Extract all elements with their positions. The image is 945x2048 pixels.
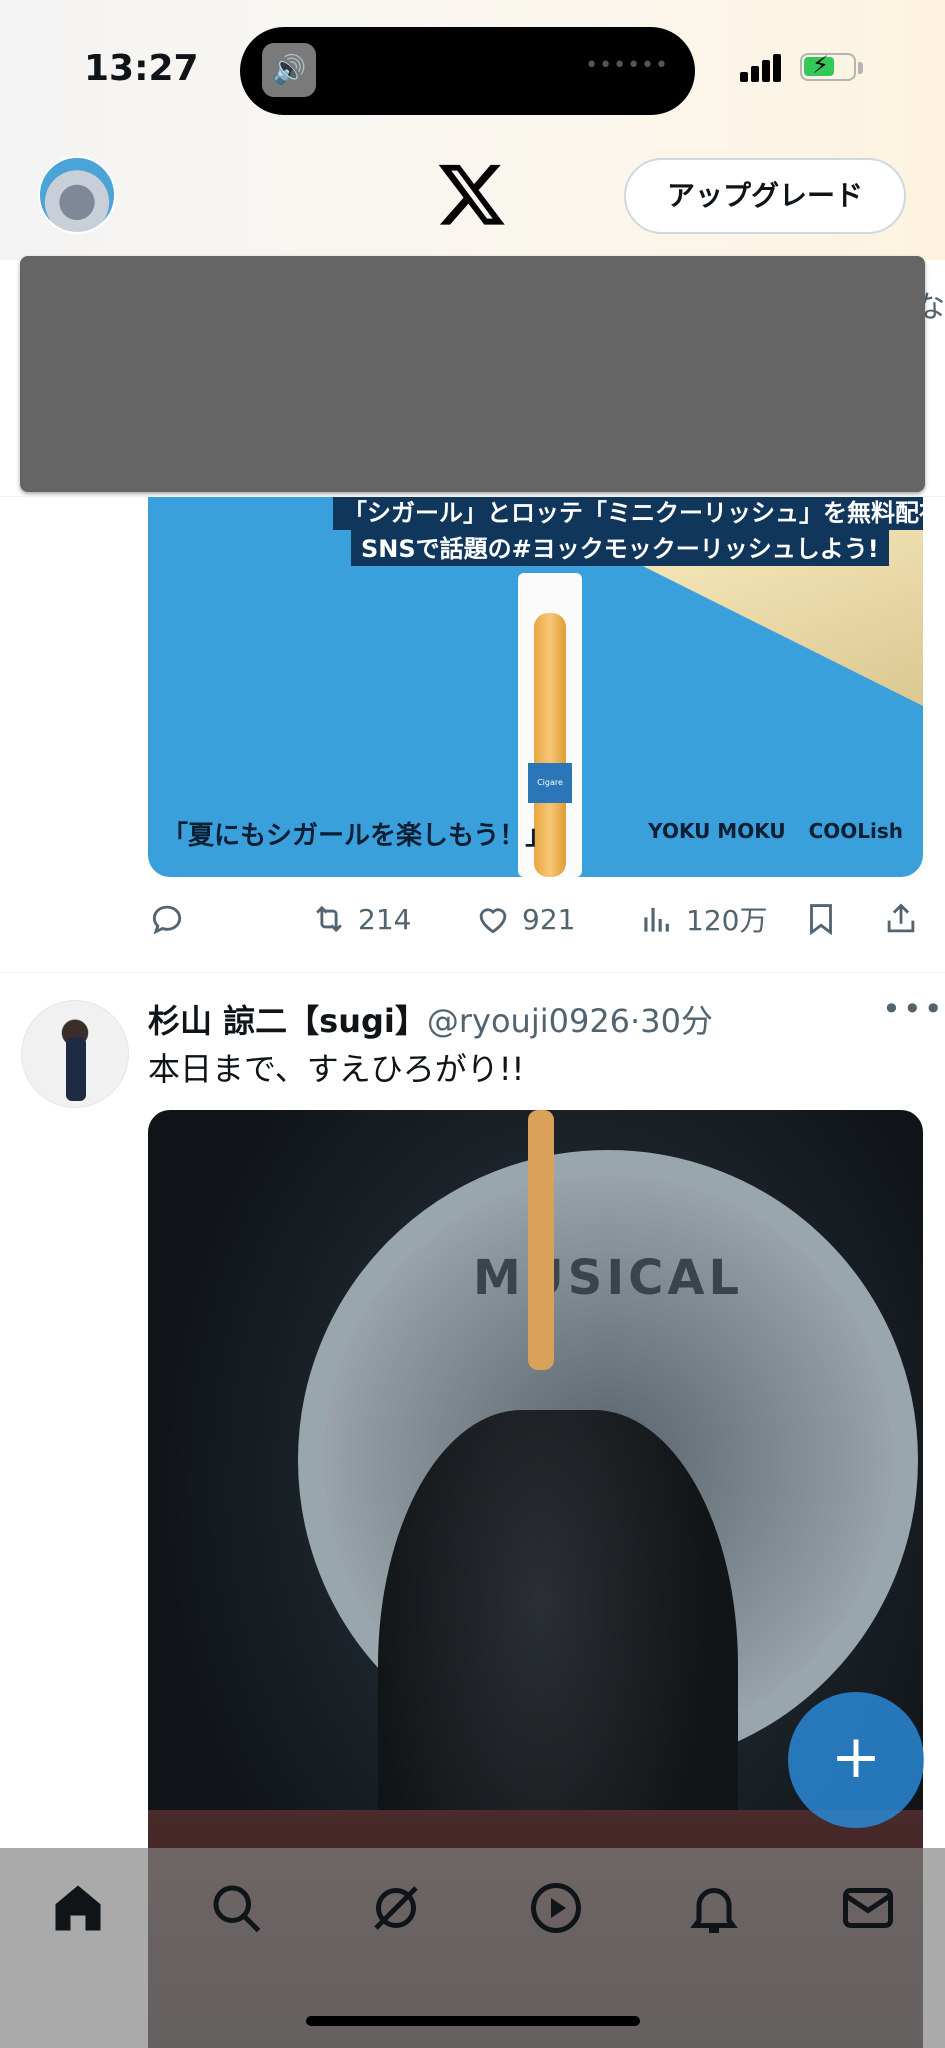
volume-icon: 🔊 [262, 43, 316, 97]
search-icon[interactable] [206, 1878, 266, 1938]
retweet-count: 214 [358, 902, 412, 936]
views-icon [644, 907, 669, 932]
grok-icon[interactable] [366, 1878, 426, 1938]
cigar-band: Cigare [528, 763, 572, 803]
more-options-icon[interactable]: ••• [882, 990, 945, 1028]
x-logo-icon[interactable] [436, 158, 508, 230]
brand-yokumoku: YOKU MOKU [648, 819, 786, 843]
dynamic-island: 🔊 •••••• [240, 27, 695, 115]
promo-brands: YOKU MOKU COOLish [648, 819, 903, 843]
bookmark-icon [810, 904, 832, 936]
author-handle[interactable]: @ryouji0926 [427, 1002, 630, 1040]
signal-icon [740, 52, 784, 82]
home-indicator [306, 2016, 640, 2026]
heart-icon [479, 908, 507, 934]
comment-icon [152, 905, 182, 935]
compose-button[interactable]: + [788, 1692, 924, 1828]
share-icon [887, 903, 915, 933]
promo-slogan: 「夏にもシガールを楽しもう！」 [162, 821, 552, 851]
overlay-banner [20, 256, 925, 492]
tweet-actions: 214 921 120万 [148, 892, 928, 946]
notifications-icon[interactable] [684, 1878, 744, 1938]
drum-text: MUSICAL [473, 1250, 744, 1306]
tweet-time[interactable]: 30分 [640, 1002, 713, 1040]
separator: · [630, 1002, 641, 1040]
promo-line-2: SNSで話題の#ヨックモックーリッシュしよう! [351, 527, 889, 566]
drumstick [528, 1110, 554, 1370]
promo-line-1: 「シガール」とロッテ「ミニクーリッシュ」を無料配布！ [333, 497, 923, 530]
package-label: Cigare [537, 778, 563, 787]
divider [0, 972, 945, 973]
top-header: アップグレード [0, 140, 945, 260]
profile-avatar[interactable] [38, 156, 116, 234]
views-button[interactable]: 120万 [638, 892, 767, 946]
brand-coolish: COOLish [808, 819, 903, 843]
promo-image[interactable]: 「シガール」とロッテ「ミニクーリッシュ」を無料配布！ SNSで話題の#ヨックモッ… [148, 497, 923, 877]
battery-icon: ⚡ [800, 51, 856, 81]
tweet-header: 杉山 諒二【sugi】@ryouji0926·30分 [148, 996, 713, 1042]
author-name[interactable]: 杉山 諒二【sugi】 [148, 1002, 427, 1040]
retweet-icon [316, 905, 342, 933]
reply-button[interactable] [148, 892, 186, 946]
status-time: 13:27 [84, 48, 199, 89]
island-dots: •••••• [585, 53, 669, 78]
like-count: 921 [522, 902, 576, 936]
home-icon[interactable] [48, 1878, 108, 1938]
like-button[interactable]: 921 [474, 892, 575, 946]
author-avatar[interactable] [21, 1000, 129, 1108]
tweet-text: 本日まで、すえひろがり!! [148, 1050, 525, 1088]
upgrade-button[interactable]: アップグレード [624, 158, 906, 234]
share-button[interactable] [882, 892, 920, 946]
status-bar: 13:27 🔊 •••••• ⚡ [0, 0, 945, 140]
view-count: 120万 [686, 904, 768, 937]
battery-cap [858, 62, 863, 74]
retweet-button[interactable]: 214 [310, 892, 411, 946]
bookmark-button[interactable] [802, 892, 840, 946]
messages-icon[interactable] [838, 1878, 898, 1938]
video-icon[interactable] [526, 1878, 586, 1938]
